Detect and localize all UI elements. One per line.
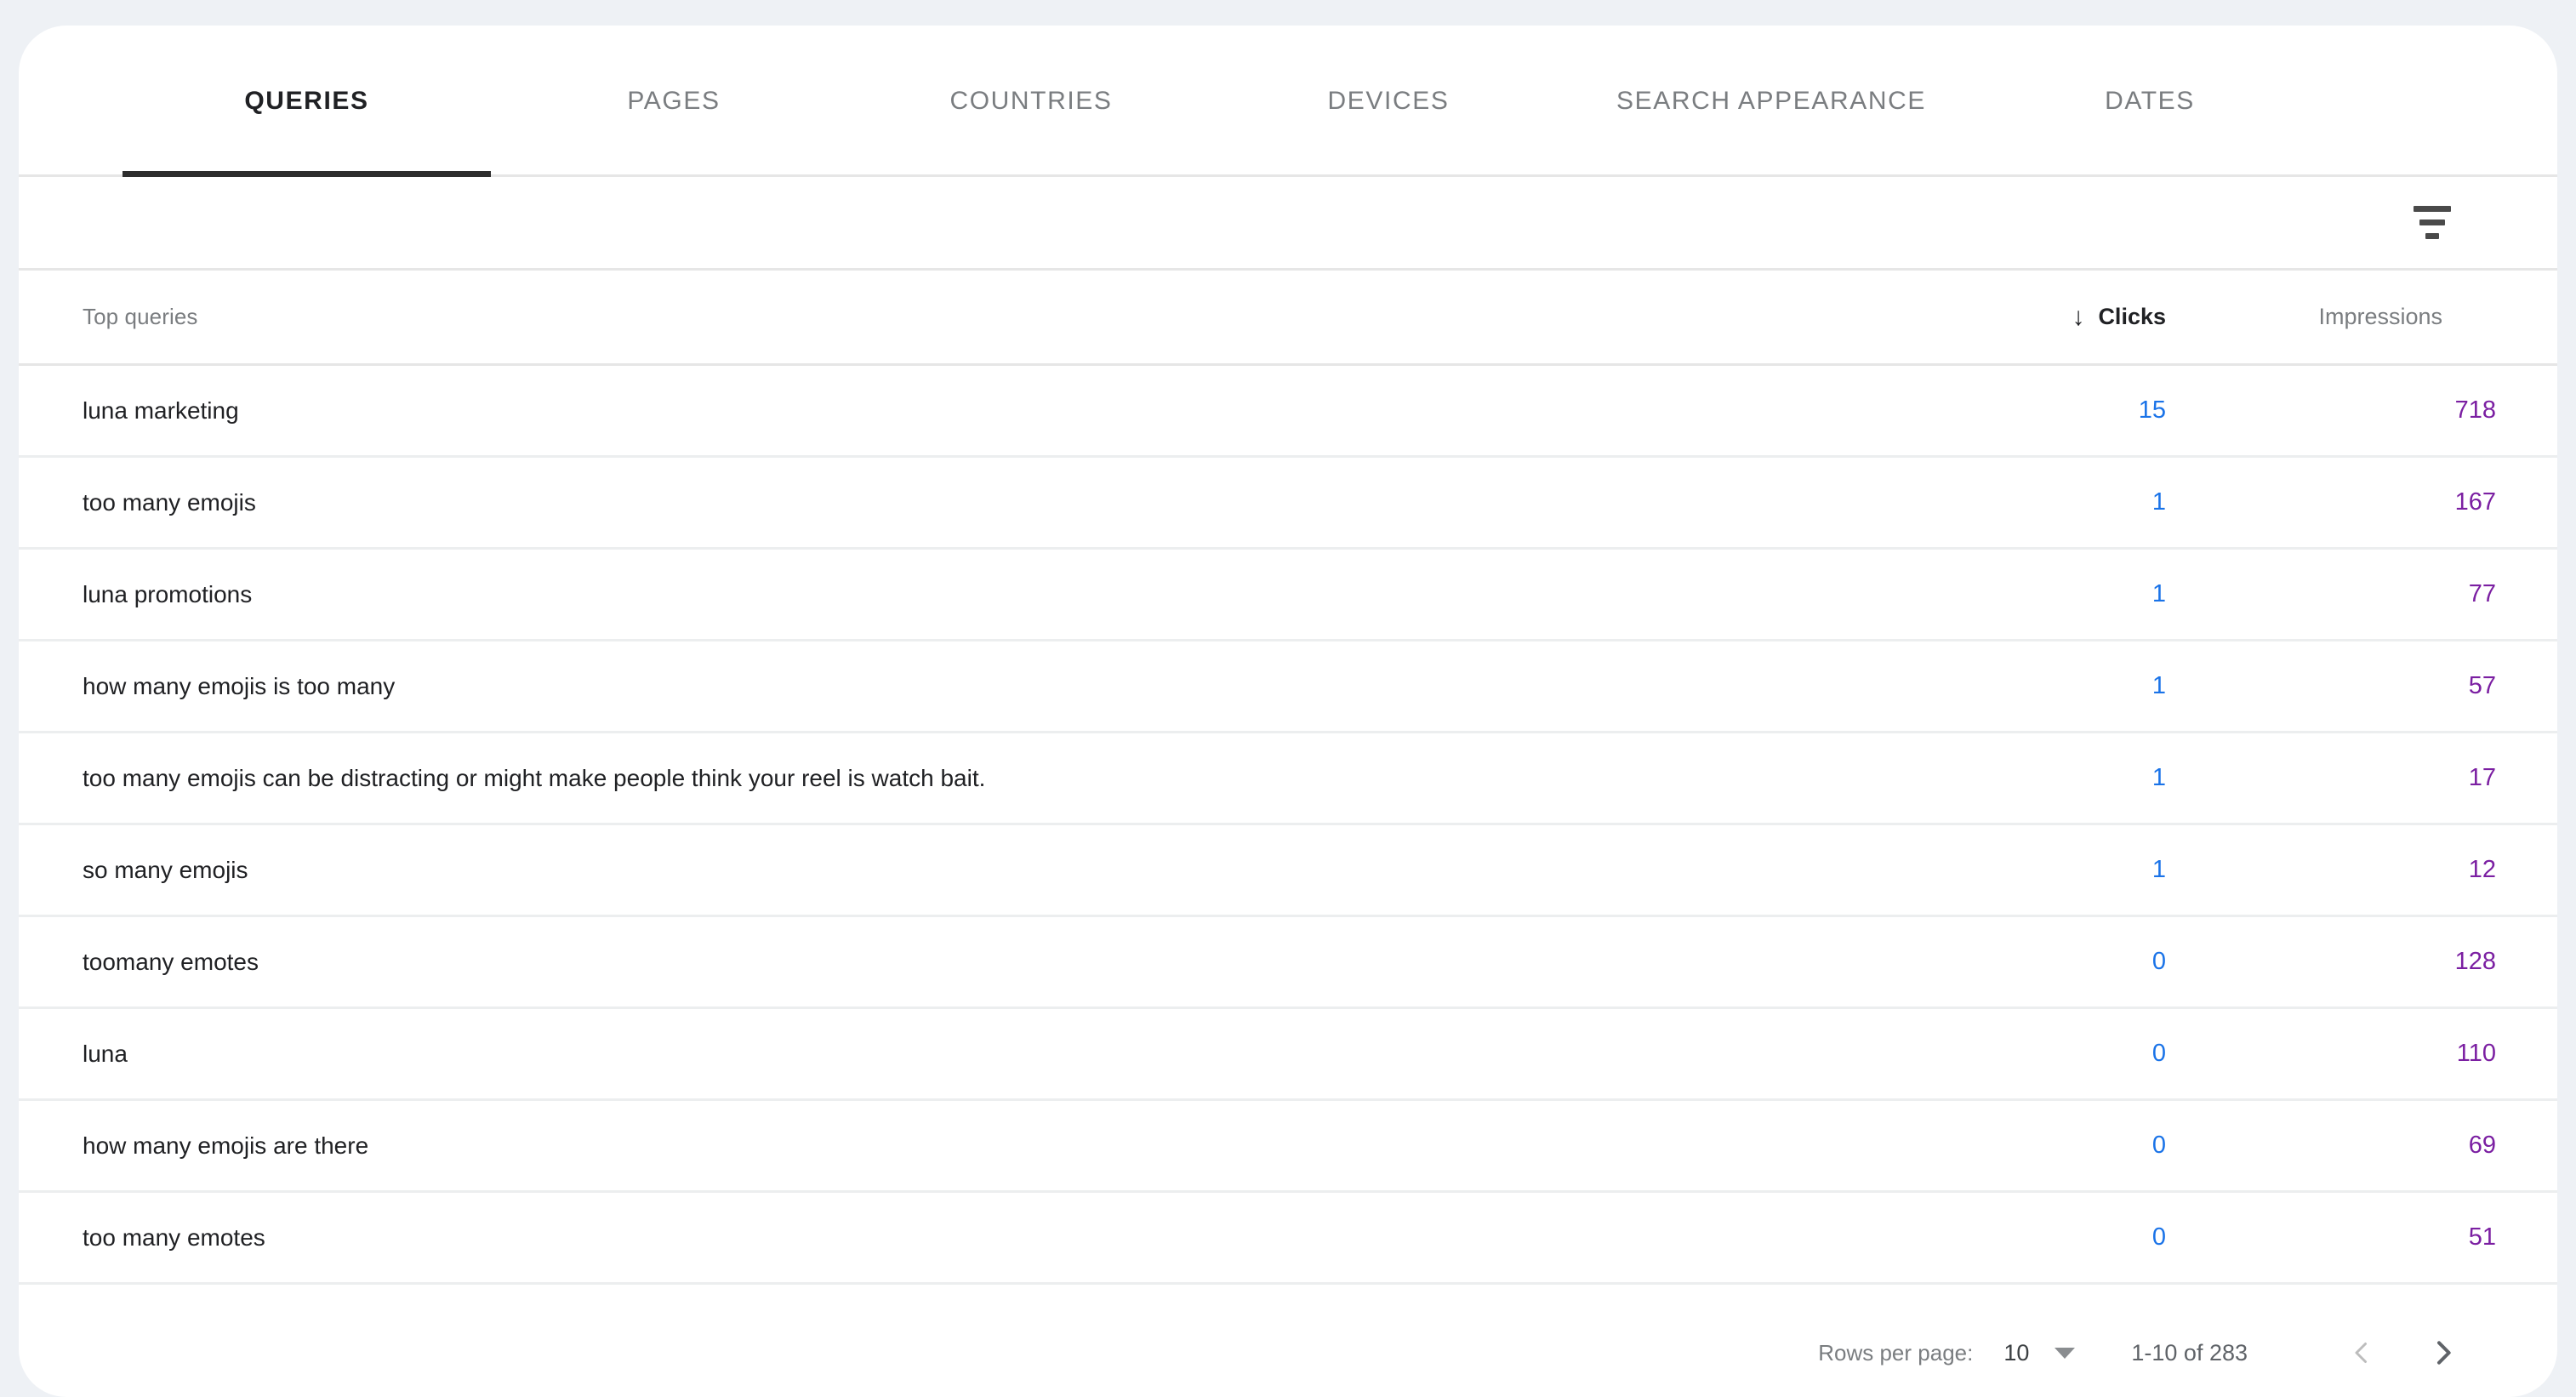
- cell-clicks[interactable]: 0: [1919, 1223, 2166, 1252]
- rows-per-page-value: 10: [2003, 1339, 2030, 1366]
- cell-query: how many emojis is too many: [83, 672, 396, 699]
- cell-impressions[interactable]: 57: [2166, 672, 2557, 700]
- tab-queries-label: QUERIES: [244, 87, 369, 115]
- column-header-clicks[interactable]: ↓ Clicks: [1919, 304, 2166, 330]
- chevron-down-icon: [2055, 1347, 2076, 1359]
- table-row[interactable]: toomany emotes 0 128: [19, 917, 2557, 1009]
- tab-list: QUERIES PAGES COUNTRIES DEVICES SEARCH A…: [19, 26, 2557, 177]
- cell-query: toomany emotes: [83, 948, 259, 975]
- tab-devices[interactable]: DEVICES: [1214, 26, 1563, 177]
- previous-page-button[interactable]: [2329, 1320, 2394, 1385]
- filter-icon-bar-top: [2414, 206, 2451, 212]
- table-row[interactable]: too many emotes 0 51: [19, 1193, 2557, 1285]
- cell-impressions[interactable]: 718: [2166, 396, 2557, 425]
- cell-impressions[interactable]: 167: [2166, 488, 2557, 516]
- table-row[interactable]: luna marketing 15 718: [19, 366, 2557, 458]
- cell-clicks[interactable]: 0: [1919, 1132, 2166, 1160]
- cell-clicks[interactable]: 1: [1919, 488, 2166, 516]
- table-row[interactable]: how many emojis are there 0 69: [19, 1101, 2557, 1193]
- filter-icon-bar-bottom: [2425, 233, 2439, 239]
- cell-query: luna: [83, 1040, 128, 1067]
- cell-clicks[interactable]: 1: [1919, 672, 2166, 700]
- cell-query: too many emojis: [83, 488, 256, 516]
- tab-devices-label: DEVICES: [1327, 87, 1450, 115]
- search-analytics-card: QUERIES PAGES COUNTRIES DEVICES SEARCH A…: [19, 26, 2557, 1397]
- table-pagination: Rows per page: 10 1-10 of 283: [19, 1285, 2557, 1397]
- filter-icon[interactable]: [2402, 193, 2462, 253]
- cell-impressions[interactable]: 51: [2166, 1223, 2557, 1252]
- tab-dates[interactable]: DATES: [1980, 26, 2320, 177]
- tab-countries[interactable]: COUNTRIES: [857, 26, 1205, 177]
- tab-search-appearance[interactable]: SEARCH APPEARANCE: [1571, 26, 1971, 177]
- cell-query: luna promotions: [83, 580, 253, 607]
- cell-clicks[interactable]: 1: [1919, 580, 2166, 608]
- column-header-impressions[interactable]: Impressions: [2166, 304, 2557, 330]
- tab-search-appearance-label: SEARCH APPEARANCE: [1616, 87, 1926, 115]
- column-header-clicks-label: Clicks: [2098, 304, 2166, 329]
- page-root: QUERIES PAGES COUNTRIES DEVICES SEARCH A…: [0, 0, 2576, 1397]
- tab-pages-label: PAGES: [627, 87, 721, 115]
- tab-countries-label: COUNTRIES: [949, 87, 1113, 115]
- cell-clicks[interactable]: 1: [1919, 856, 2166, 884]
- cell-clicks[interactable]: 15: [1919, 396, 2166, 425]
- column-header-top-queries[interactable]: Top queries: [19, 304, 1919, 330]
- table-row[interactable]: too many emojis can be distracting or mi…: [19, 733, 2557, 825]
- tab-bar: QUERIES PAGES COUNTRIES DEVICES SEARCH A…: [19, 26, 2557, 177]
- cell-clicks[interactable]: 1: [1919, 764, 2166, 792]
- cell-query: too many emotes: [83, 1223, 265, 1251]
- cell-impressions[interactable]: 77: [2166, 580, 2557, 608]
- cell-impressions[interactable]: 12: [2166, 856, 2557, 884]
- next-page-button[interactable]: [2411, 1320, 2476, 1385]
- cell-impressions[interactable]: 69: [2166, 1132, 2557, 1160]
- rows-per-page-select[interactable]: 10: [2003, 1339, 2076, 1366]
- cell-impressions[interactable]: 128: [2166, 948, 2557, 976]
- queries-table: Top queries ↓ Clicks Impressions luna ma…: [19, 271, 2557, 1397]
- rows-per-page-label: Rows per page:: [1818, 1339, 1974, 1366]
- filter-icon-bar-middle: [2419, 220, 2445, 225]
- pagination-range-label: 1-10 of 283: [2131, 1339, 2248, 1366]
- tab-pages[interactable]: PAGES: [499, 26, 848, 177]
- table-row[interactable]: luna 0 110: [19, 1009, 2557, 1101]
- table-row[interactable]: so many emojis 1 12: [19, 825, 2557, 917]
- cell-impressions[interactable]: 17: [2166, 764, 2557, 792]
- sort-descending-icon: ↓: [2072, 302, 2085, 331]
- cell-query: so many emojis: [83, 856, 248, 883]
- table-row[interactable]: luna promotions 1 77: [19, 550, 2557, 641]
- cell-impressions[interactable]: 110: [2166, 1040, 2557, 1068]
- cell-query: luna marketing: [83, 396, 239, 424]
- table-header-row: Top queries ↓ Clicks Impressions: [19, 271, 2557, 366]
- chevron-right-icon: [2426, 1336, 2460, 1370]
- tab-dates-label: DATES: [2105, 87, 2195, 115]
- table-row[interactable]: how many emojis is too many 1 57: [19, 641, 2557, 733]
- table-row[interactable]: too many emojis 1 167: [19, 458, 2557, 550]
- chevron-left-icon: [2346, 1337, 2377, 1368]
- cell-clicks[interactable]: 0: [1919, 1040, 2166, 1068]
- tab-queries[interactable]: QUERIES: [123, 26, 491, 177]
- filter-toolbar: [19, 177, 2557, 271]
- cell-clicks[interactable]: 0: [1919, 948, 2166, 976]
- cell-query: how many emojis are there: [83, 1132, 369, 1159]
- cell-query: too many emojis can be distracting or mi…: [83, 764, 986, 791]
